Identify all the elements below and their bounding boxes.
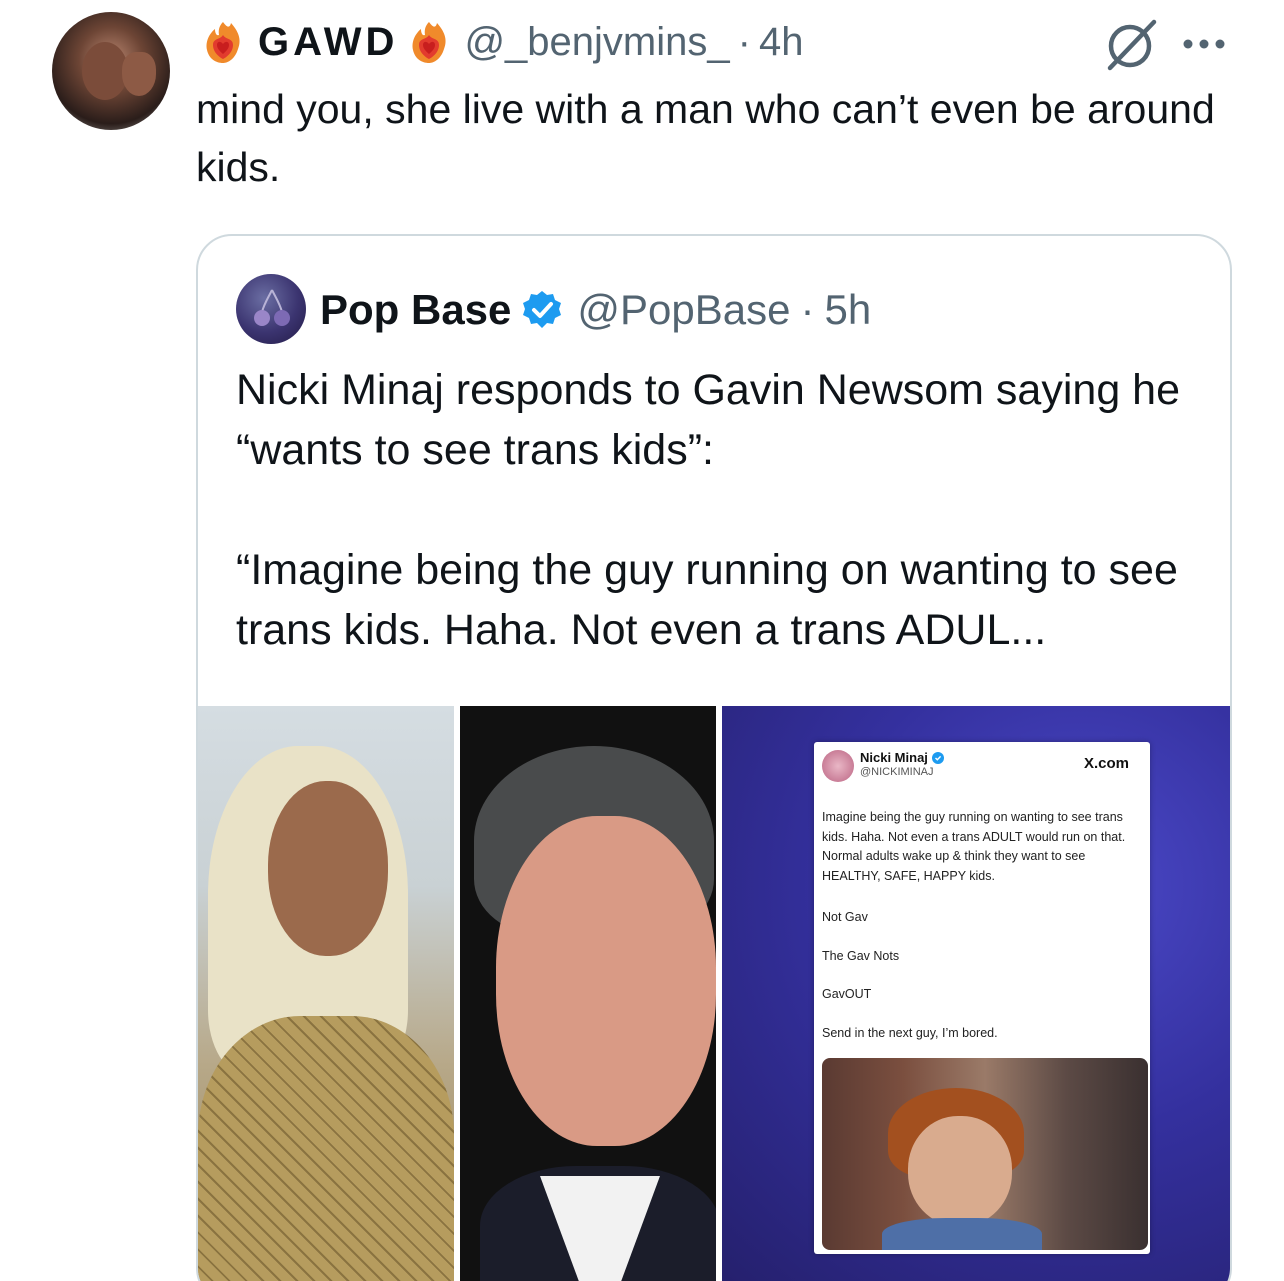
embedded-line-2: The Gav Nots — [822, 949, 900, 963]
embedded-photo-chucky — [822, 1058, 1148, 1250]
verified-badge-icon — [931, 751, 944, 764]
verified-badge-icon — [523, 291, 562, 328]
flame-heart-icon — [412, 22, 447, 63]
tweet-text: mind you, she live with a man who can’t … — [196, 86, 1215, 190]
face-shape — [908, 1116, 1012, 1226]
author-display-name[interactable]: GAWD — [258, 20, 398, 65]
flame-heart-icon — [206, 22, 240, 63]
embedded-handle: @NICKIMINAJ — [860, 766, 934, 778]
grok-icon[interactable] — [1104, 18, 1158, 72]
embedded-brand: X.com — [1084, 755, 1130, 772]
author-handle[interactable]: @_benjvmins_ — [464, 20, 729, 65]
avatar-hand-shape — [122, 52, 156, 96]
quoted-tweet-card[interactable]: Pop Base @PopBase · 5h Nicki Minaj respo… — [196, 234, 1232, 1281]
embedded-line-4: Send in the next guy, I’m bored. — [822, 1026, 998, 1040]
quoted-separator: · — [800, 286, 815, 333]
top-shape — [198, 1016, 454, 1281]
quoted-timestamp[interactable]: 5h — [825, 286, 872, 334]
quoted-media-grid: Nicki Minaj @NICKIMINAJ X.com Imagine be… — [198, 706, 1230, 1281]
embedded-post-card: Nicki Minaj @NICKIMINAJ X.com Imagine be… — [814, 742, 1150, 1254]
media-image-nicki-minaj[interactable] — [198, 706, 454, 1281]
face-shape — [268, 781, 388, 956]
quoted-tweet-text: Nicki Minaj responds to Gavin Newsom say… — [236, 366, 1181, 654]
tweet-timestamp[interactable]: 4h — [759, 20, 804, 65]
tweet-header: GAWD @_benjvmins_ · 4h — [200, 14, 803, 70]
more-options-icon[interactable] — [1180, 24, 1228, 64]
embedded-avatar — [822, 750, 854, 782]
media-image-embedded-post[interactable]: Nicki Minaj @NICKIMINAJ X.com Imagine be… — [722, 706, 1230, 1281]
media-image-gavin-newsom[interactable] — [460, 706, 716, 1281]
embedded-line-1: Not Gav — [822, 910, 868, 924]
face-shape — [496, 816, 716, 1146]
quoted-handle[interactable]: @PopBase — [577, 286, 790, 334]
embedded-display-name: Nicki Minaj — [860, 750, 928, 765]
header-separator: · — [737, 19, 751, 64]
shirt-shape — [882, 1218, 1042, 1250]
quoted-display-name[interactable]: Pop Base — [320, 286, 511, 334]
author-avatar[interactable] — [52, 12, 170, 130]
quoted-tweet-header: Pop Base @PopBase · 5h — [320, 280, 871, 340]
cherry-logo-icon — [254, 289, 290, 326]
embedded-text: Imagine being the guy running on wanting… — [822, 810, 1126, 883]
quoted-author-avatar[interactable] — [236, 274, 306, 344]
embedded-name-row: Nicki Minaj — [860, 750, 944, 765]
embedded-line-3: GavOUT — [822, 987, 872, 1001]
